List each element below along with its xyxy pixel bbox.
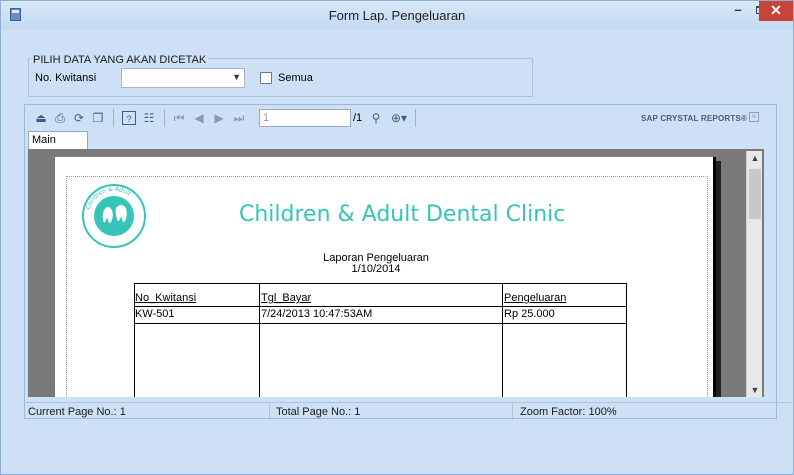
copy-icon[interactable]: ❐ xyxy=(91,111,105,125)
kwitansi-label: No. Kwitansi xyxy=(35,72,97,84)
table-cell-no-kwitansi: KW-501 xyxy=(135,308,175,320)
table-divider xyxy=(134,323,627,324)
scrollbar-thumb[interactable] xyxy=(749,169,761,219)
status-separator xyxy=(512,402,513,420)
report-date: 1/10/2014 xyxy=(351,263,401,275)
group-tree-icon[interactable]: ☷ xyxy=(142,111,156,125)
last-page-icon[interactable]: ⏭ xyxy=(232,111,246,125)
chevron-down-icon[interactable]: ▼ xyxy=(232,72,241,82)
column-header-tgl-bayar: Tgl_Bayar xyxy=(261,292,312,304)
column-header-no-kwitansi: No_Kwitansi xyxy=(135,292,197,304)
prev-page-icon[interactable]: ◀ xyxy=(192,111,206,125)
table-cell-tgl-bayar: 7/24/2013 10:47:53AM xyxy=(261,308,373,320)
tab-main-report[interactable]: Main Report xyxy=(28,131,88,163)
toolbar-separator xyxy=(113,109,114,127)
semua-checkbox[interactable] xyxy=(260,72,272,84)
table-divider xyxy=(502,283,503,397)
status-total-page: Total Page No.: 1 xyxy=(276,406,361,418)
column-header-pengeluaran: Pengeluaran xyxy=(504,292,567,304)
sap-brand-label: SAP CRYSTAL REPORTS® xyxy=(641,114,748,123)
close-icon[interactable]: × xyxy=(749,112,759,122)
clinic-name: Children & Adult Dental Clinic xyxy=(239,202,566,227)
title-bar[interactable]: Form Lap. Pengeluaran – ✕ xyxy=(1,1,793,29)
status-bar xyxy=(24,402,791,421)
status-separator xyxy=(269,402,270,420)
table-divider xyxy=(259,283,260,397)
toolbar-separator xyxy=(415,109,416,127)
scroll-up-icon[interactable]: ▲ xyxy=(747,153,763,163)
scroll-down-icon[interactable]: ▼ xyxy=(747,385,763,395)
page-number-input[interactable]: 1 xyxy=(259,109,351,127)
status-current-page: Current Page No.: 1 xyxy=(28,406,126,418)
clinic-logo-icon: Children & Adult xyxy=(82,184,146,248)
form-window: Form Lap. Pengeluaran – ✕ PILIH DATA YAN… xyxy=(0,0,794,475)
export-icon[interactable]: ⏏ xyxy=(34,111,48,125)
help-icon[interactable]: ? xyxy=(122,111,136,125)
close-button[interactable]: ✕ xyxy=(759,1,793,21)
minimize-button[interactable]: – xyxy=(727,1,749,21)
toolbar-separator xyxy=(164,109,165,127)
table-cell-pengeluaran: Rp 25.000 xyxy=(504,308,555,320)
print-icon[interactable]: ⎙ xyxy=(53,111,67,125)
window-title: Form Lap. Pengeluaran xyxy=(328,8,466,23)
next-page-icon[interactable]: ▶ xyxy=(212,111,226,125)
semua-label[interactable]: Semua xyxy=(278,72,313,84)
zoom-icon[interactable]: ⊕▾ xyxy=(391,111,407,125)
kwitansi-combobox[interactable]: ▼ xyxy=(121,68,245,88)
page-total-label: /1 xyxy=(353,112,363,124)
filter-group-title: PILIH DATA YANG AKAN DICETAK xyxy=(31,54,209,66)
status-zoom: Zoom Factor: 100% xyxy=(520,406,617,418)
find-icon[interactable]: ⚲ xyxy=(369,111,383,125)
vertical-scrollbar[interactable]: ▲ ▼ xyxy=(746,151,762,397)
first-page-icon[interactable]: ⏮ xyxy=(172,111,186,125)
table-divider xyxy=(134,306,627,307)
refresh-icon[interactable]: ⟳ xyxy=(72,111,86,125)
